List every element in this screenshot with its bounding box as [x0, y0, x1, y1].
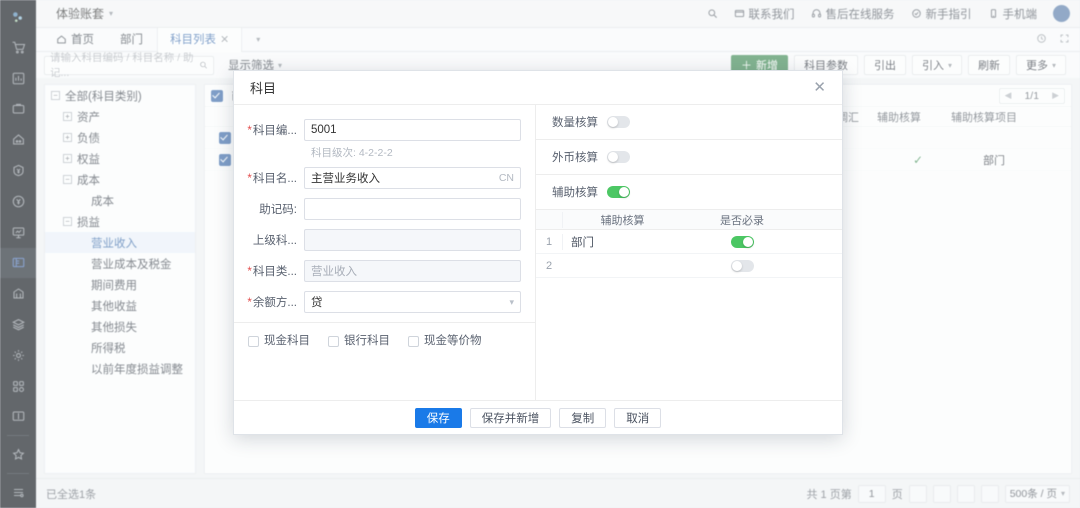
aux-required-toggle[interactable] — [730, 235, 754, 248]
cancel-label: 取消 — [626, 412, 650, 425]
dialog-left-panel: 科目编... 5001 科目级次: 4-2-2-2 科目名... 主营业务收入 … — [234, 105, 536, 400]
save-button[interactable]: 保存 — [414, 407, 462, 428]
field-balance-direction: 余额方... 贷 ▾ — [242, 291, 521, 313]
field-value: 营业收入 — [311, 266, 357, 278]
aux-required-toggle[interactable] — [730, 259, 754, 272]
field-label: 助记码: — [259, 204, 297, 216]
subject-category-input: 营业收入 — [304, 260, 521, 282]
switch-label: 外币核算 — [552, 152, 598, 164]
checkbox-label: 银行科目 — [344, 335, 390, 347]
mnemonic-input[interactable] — [304, 198, 521, 220]
checkbox-label: 现金科目 — [264, 335, 310, 347]
aux-column-required: 是否必录 — [720, 214, 764, 227]
subject-name-input[interactable]: 主营业务收入 CN — [304, 167, 521, 189]
dialog-body: 科目编... 5001 科目级次: 4-2-2-2 科目名... 主营业务收入 … — [234, 105, 842, 400]
field-label: 上级科... — [252, 235, 297, 247]
balance-direction-select[interactable]: 贷 ▾ — [304, 291, 521, 313]
field-label: 科目名... — [242, 170, 304, 186]
checkbox-label: 现金等价物 — [424, 335, 482, 347]
subject-dialog: 科目 ✕ 科目编... 5001 科目级次: 4-2-2-2 科目名... 主营… — [233, 70, 843, 435]
field-value: 5001 — [311, 124, 337, 136]
aux-required-cell — [682, 235, 802, 248]
checkbox-cash-equivalent[interactable]: 现金等价物 — [408, 335, 482, 348]
cancel-button[interactable]: 取消 — [614, 407, 662, 428]
aux-accounting-table: 辅助核算 是否必录 1 部门 2 — [536, 210, 842, 400]
field-parent-subject: 上级科... — [242, 229, 521, 251]
aux-table-header: 辅助核算 是否必录 — [536, 210, 842, 230]
quantity-accounting-toggle[interactable] — [607, 116, 630, 128]
dialog-footer: 保存 保存并新增 复制 取消 — [234, 400, 842, 434]
checkbox-box[interactable] — [408, 336, 419, 347]
copy-label: 复制 — [571, 412, 595, 425]
checkbox-box[interactable] — [328, 336, 339, 347]
subject-level-hint: 科目级次: 4-2-2-2 — [311, 147, 393, 159]
field-subject-name: 科目名... 主营业务收入 CN — [242, 167, 521, 189]
field-subject-code: 科目编... 5001 — [242, 119, 521, 141]
aux-required-cell — [682, 259, 802, 272]
checkbox-box[interactable] — [248, 336, 259, 347]
save-and-add-button[interactable]: 保存并新增 — [469, 407, 552, 428]
row-index: 1 — [545, 235, 553, 248]
field-label: 科目编... — [242, 122, 304, 138]
aux-name-cell[interactable]: 部门 — [562, 233, 682, 250]
language-suffix: CN — [498, 172, 514, 184]
copy-button[interactable]: 复制 — [559, 407, 607, 428]
foreign-currency-toggle[interactable] — [607, 151, 630, 163]
aux-table-row[interactable]: 1 部门 — [536, 230, 842, 254]
close-icon[interactable]: ✕ — [813, 80, 826, 95]
aux-table-row[interactable]: 2 — [536, 254, 842, 278]
field-label: 科目类... — [242, 263, 304, 279]
field-mnemonic: 助记码: — [242, 198, 521, 220]
subject-code-input[interactable]: 5001 — [304, 119, 521, 141]
chevron-down-icon: ▾ — [509, 296, 514, 307]
field-value: 主营业务收入 — [311, 173, 380, 185]
switch-label: 数量核算 — [552, 117, 598, 129]
dialog-header: 科目 ✕ — [234, 71, 842, 105]
row-index: 2 — [545, 259, 553, 272]
dialog-title: 科目 — [250, 81, 277, 96]
save-label: 保存 — [426, 412, 450, 425]
dialog-checkbox-group: 现金科目 银行科目 现金等价物 — [242, 323, 521, 348]
parent-subject-input — [304, 229, 521, 251]
aux-accounting-toggle[interactable] — [607, 186, 630, 198]
checkbox-bank-subject[interactable]: 银行科目 — [328, 335, 390, 348]
checkbox-cash-subject[interactable]: 现金科目 — [248, 335, 310, 348]
aux-column-name: 辅助核算 — [562, 211, 682, 228]
save-and-add-label: 保存并新增 — [481, 412, 540, 425]
field-value: 贷 — [311, 297, 323, 309]
switch-quantity-accounting: 数量核算 — [536, 105, 842, 140]
switch-foreign-currency: 外币核算 — [536, 140, 842, 175]
field-subject-category: 科目类... 营业收入 — [242, 260, 521, 282]
dialog-right-panel: 数量核算 外币核算 辅助核算 辅助核算 是否必录 1 部门 2 — [536, 105, 842, 400]
switch-label: 辅助核算 — [552, 187, 598, 199]
switch-aux-accounting: 辅助核算 — [536, 175, 842, 210]
field-label: 余额方... — [242, 294, 304, 310]
